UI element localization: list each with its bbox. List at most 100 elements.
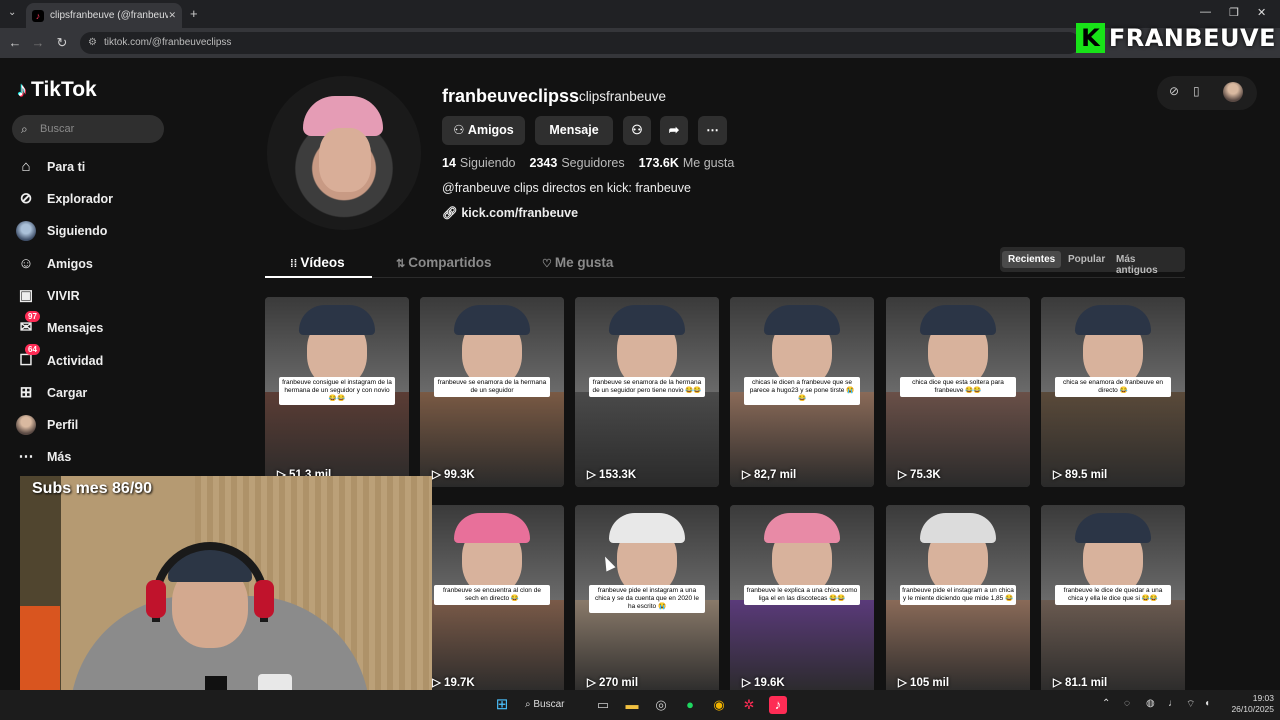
play-icon: ▷ [432,677,445,689]
sidebar-item-siguiendo[interactable]: Siguiendo [16,217,236,245]
likes-label: Me gusta [682,156,735,170]
sidebar-item-label: Más [47,450,72,464]
video-card[interactable]: franbeuve le dice de quedar a una chica … [1041,505,1185,695]
url-field[interactable]: ⚙ tiktok.com/@franbeuveclipss [80,32,1080,54]
overlay-name: FRANBEUVE [1108,24,1276,52]
video-card[interactable]: chicas le dicen a franbeuve que se parec… [730,297,874,487]
tiktok-logo[interactable]: ♪ TikTok [17,78,97,102]
video-card[interactable]: franbeuve se enamora de la hermana de un… [420,297,564,487]
friends-button-label: Amigos [467,123,514,137]
volume-icon[interactable]: ◖ [1204,698,1210,709]
add-friend-icon[interactable]: ⚇ [623,116,651,145]
sort-recent-button[interactable]: Recientes [1002,251,1062,268]
video-view-count: ▷ 270 mil [587,675,638,689]
microphone-icon[interactable]: ♩ [1168,698,1178,709]
heart-icon: ♡ [542,258,555,270]
repost-icon: ⇅ [396,258,409,270]
followers-stat[interactable]: 2343 Seguidores [530,156,625,170]
video-caption: franbeuve pide el instagram a un chica y… [900,585,1016,605]
sidebar-item-perfil[interactable]: Perfil [16,411,236,439]
kick-logo-icon: K [1076,23,1105,53]
tab-videos[interactable]: ⁞⁞ Vídeos [290,255,345,270]
sidebar-item-mas[interactable]: ⋯ Más [16,443,236,471]
chrome-icon[interactable]: ◉ [710,696,728,714]
phone-icon[interactable]: ▯ [1193,84,1200,98]
windows-start-icon[interactable]: ⊞ [493,696,511,714]
video-card[interactable]: franbeuve se enamora de la hermana de un… [575,297,719,487]
sidebar-item-mensajes[interactable]: ✉ 97 Mensajes [16,311,236,342]
tray-chevron-icon[interactable]: ⌃ [1102,698,1110,709]
app-icon[interactable]: ◎ [652,696,670,714]
view-count-text: 270 mil [599,677,639,689]
compass-icon[interactable]: ⊘ [1169,84,1179,98]
video-card[interactable]: franbeuve consigue el instagram de la he… [265,297,409,487]
profile-bio: @franbeuve clips directos en kick: franb… [442,181,691,195]
forward-icon[interactable]: → [28,33,48,53]
spotify-icon[interactable]: ● [681,696,699,714]
video-view-count: ▷ 19.6K [742,675,785,689]
video-view-count: ▷ 99.3K [432,467,475,481]
video-card[interactable]: franbeuve pide el instagram a una chica … [575,505,719,695]
kick-franbeuve-overlay-logo: K FRANBEUVE [1076,22,1276,54]
new-tab-button[interactable]: + [190,6,198,21]
followers-label: Seguidores [561,156,625,170]
tab-close-icon[interactable]: ✕ [168,10,176,21]
profile-link[interactable]: 🔗︎ kick.com/franbeuve [442,206,578,221]
friends-button[interactable]: ⚇ Amigos [442,116,525,145]
more-options-icon[interactable]: ⋯ [698,116,727,145]
video-card[interactable]: franbeuve pide el instagram a un chica y… [886,505,1030,695]
minimize-icon[interactable]: — [1200,6,1211,18]
video-caption: franbeuve le dice de quedar a una chica … [1055,585,1171,605]
share-icon[interactable]: ➦ [660,116,688,145]
video-card[interactable]: franbeuve se encuentra al clon de sech e… [420,505,564,695]
app-icon-red[interactable]: ✲ [740,696,758,714]
thumbnail-hat [454,305,530,335]
user-avatar[interactable] [1223,82,1243,102]
taskbar-clock[interactable]: 19:03 26/10/2025 [1224,693,1274,715]
profile-username: franbeuveclipss [442,86,580,106]
video-caption: franbeuve se enamora de la hermana de un… [434,377,550,397]
tab-me-gusta[interactable]: ♡ Me gusta [542,255,613,270]
profile-avatar-large [267,76,421,230]
reload-icon[interactable]: ↻ [52,33,72,53]
tab-list-icon[interactable]: ⌄ [8,7,16,18]
browser-tab[interactable]: ♪ clipsfranbeuve (@franbeuveclip ✕ [26,3,182,28]
subs-goal-text: Subs mes 86/90 [32,480,153,497]
sort-oldest-button[interactable]: Más antiguos [1110,251,1185,279]
video-card[interactable]: chica dice que esta soltera para franbeu… [886,297,1030,487]
task-view-icon[interactable]: ▭ [594,696,612,714]
play-icon: ▷ [432,469,445,481]
file-explorer-icon[interactable]: ▬ [623,696,641,714]
network-icon[interactable]: ⌔ [1186,698,1195,711]
sidebar-item-amigos[interactable]: ☺ Amigos [16,250,236,278]
clock-date: 26/10/2025 [1231,704,1274,714]
maximize-icon[interactable]: ❐ [1229,6,1239,19]
back-icon[interactable]: ← [5,33,25,53]
sidebar-item-actividad[interactable]: ☐ 64 Actividad [16,344,236,375]
friends-icon: ☺ [18,255,34,272]
top-right-controls: ⊘ ▯ [1157,76,1257,110]
site-info-icon[interactable]: ⚙ [88,32,97,54]
search-input[interactable]: ⌕ Buscar [12,115,164,143]
profile-stats: 14 Siguiendo 2343 Seguidores 173.6K Me gust… [442,156,734,170]
sidebar-item-explorador[interactable]: ⊘ Explorador [16,185,236,213]
following-stat[interactable]: 14 Siguiendo [442,156,516,170]
video-caption: franbeuve se enamora de la hermana de un… [589,377,705,397]
close-window-icon[interactable]: ✕ [1257,6,1266,19]
tray-app-icon[interactable]: ◍ [1146,698,1155,709]
message-button[interactable]: Mensaje [535,116,613,145]
sort-popular-button[interactable]: Popular [1062,251,1111,268]
sidebar-item-vivir[interactable]: ▣ VIVIR [16,282,236,310]
video-card[interactable]: chica se enamora de franbeuve en directo… [1041,297,1185,487]
taskbar-search[interactable]: ⌕ Buscar [525,696,565,714]
view-count-text: 81.1 mil [1065,677,1108,689]
play-icon: ▷ [1053,677,1066,689]
likes-count: 173.6K [638,156,679,170]
video-card[interactable]: franbeuve le explica a una chica como li… [730,505,874,695]
view-count-text: 153.3K [599,469,637,481]
tiktok-app-icon[interactable]: ♪ [769,696,787,714]
tray-app-icon[interactable]: ◌ [1124,698,1130,709]
tab-compartidos[interactable]: ⇅ Compartidos [396,255,492,270]
sidebar-item-cargar[interactable]: ⊞ Cargar [16,379,236,407]
sidebar-item-para-ti[interactable]: ⌂ Para ti [16,153,236,181]
